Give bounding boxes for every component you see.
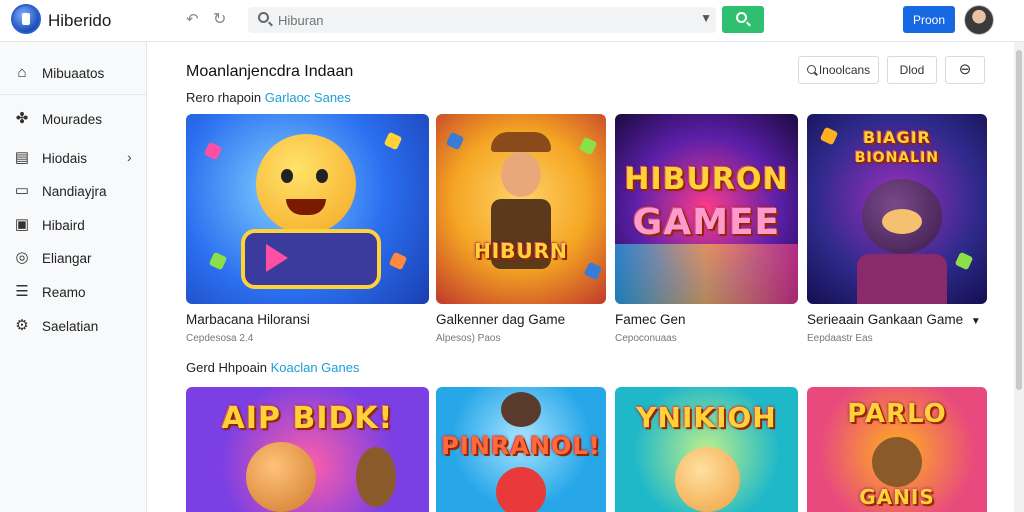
back-icon[interactable]: ↶ bbox=[186, 10, 199, 28]
game-subtitle: Cepdesosa 2.4 bbox=[186, 333, 254, 344]
game-card[interactable]: AIP BIDK! bbox=[186, 387, 429, 512]
sidebar-item-2[interactable]: ▤ Hiodais › bbox=[0, 143, 147, 173]
avatar[interactable] bbox=[964, 5, 994, 35]
sidebar-divider bbox=[0, 94, 147, 95]
search-icon bbox=[807, 65, 816, 74]
sidebar-item-5[interactable]: ◎ Eliangar bbox=[0, 243, 147, 273]
sidebar-item-1[interactable]: ✤ Mourades bbox=[0, 104, 147, 134]
game-card[interactable]: PINRANOL! bbox=[436, 387, 606, 512]
search-icon bbox=[258, 12, 269, 23]
game-card[interactable]: Marbacana Hiloransi Cepdesosa 2.4 bbox=[186, 114, 429, 346]
app-logo-icon[interactable] bbox=[11, 4, 41, 34]
list-icon: ☰ bbox=[15, 283, 29, 300]
sidebar-item-label: Mibuaatos bbox=[42, 66, 105, 81]
sidebar: ⌂ Mibuaatos ✤ Mourades ▤ Hiodais › ▭ Nan… bbox=[0, 42, 147, 512]
game-thumbnail[interactable]: AIP BIDK! bbox=[186, 387, 429, 512]
sidebar-item-label: Eliangar bbox=[42, 251, 92, 266]
game-title[interactable]: Serieaain Gankaan Game ▼ bbox=[807, 312, 981, 327]
search-input[interactable] bbox=[278, 7, 678, 33]
game-thumbnail[interactable]: BIAGIR BIONALIN bbox=[807, 114, 987, 304]
sidebar-item-0[interactable]: ⌂ Mibuaatos bbox=[0, 58, 147, 88]
game-title[interactable]: Galkenner dag Game bbox=[436, 312, 565, 327]
target-icon: ◎ bbox=[15, 249, 29, 266]
game-subtitle: Cepoconuaas bbox=[615, 333, 677, 344]
toolbar-search-button[interactable]: Inoolcans bbox=[798, 56, 879, 84]
game-thumbnail[interactable] bbox=[186, 114, 429, 304]
section-title-text: Rero rhapoin bbox=[186, 90, 262, 105]
home-icon: ⌂ bbox=[17, 64, 27, 81]
game-card[interactable]: YNIKIOH bbox=[615, 387, 798, 512]
game-title[interactable]: Marbacana Hiloransi bbox=[186, 312, 310, 327]
sidebar-item-4[interactable]: ▣ Hibaird bbox=[0, 210, 147, 240]
game-thumbnail[interactable]: HIBURON GAMEE bbox=[615, 114, 798, 304]
puzzle-icon: ✤ bbox=[15, 110, 29, 127]
chevron-right-icon: › bbox=[127, 149, 132, 165]
board-icon: ▣ bbox=[14, 216, 30, 233]
section-title: Gerd Hhpoain Koaclan Ganes bbox=[186, 360, 359, 375]
sidebar-item-label: Saelatian bbox=[42, 319, 99, 334]
game-subtitle: Alpesos) Paos bbox=[436, 333, 501, 344]
game-card[interactable]: BIAGIR BIONALIN Serieaain Gankaan Game ▼… bbox=[807, 114, 987, 346]
game-card[interactable]: PARLO GANIS bbox=[807, 387, 987, 512]
section-title: Rero rhapoin Garlaoc Sanes bbox=[186, 90, 351, 105]
section-title-text: Gerd Hhpoain bbox=[186, 360, 267, 375]
sidebar-item-label: Mourades bbox=[42, 112, 103, 127]
game-title-text: Serieaain Gankaan Game bbox=[807, 312, 964, 327]
sidebar-item-label: Reamo bbox=[42, 285, 86, 300]
circle-minus-icon[interactable]: ⊖ bbox=[945, 56, 985, 84]
game-title[interactable]: Famec Gen bbox=[615, 312, 686, 327]
chevron-down-icon[interactable]: ▼ bbox=[971, 316, 981, 327]
game-thumbnail[interactable]: HIBURN bbox=[436, 114, 606, 304]
game-subtitle: Eepdaastr Eas bbox=[807, 333, 873, 344]
game-card[interactable]: HIBURON GAMEE Famec Gen Cepoconuaas bbox=[615, 114, 798, 346]
sidebar-item-label: Hibaird bbox=[42, 218, 85, 233]
sidebar-item-6[interactable]: ☰ Reamo bbox=[0, 277, 147, 307]
dropdown-caret-icon[interactable]: ▼ bbox=[700, 11, 712, 25]
sidebar-item-label: Nandiayjra bbox=[42, 184, 107, 199]
search-icon bbox=[736, 12, 747, 23]
game-thumbnail[interactable]: PINRANOL! bbox=[436, 387, 606, 512]
toolbar-button[interactable]: Dlod bbox=[887, 56, 937, 84]
page-title: Moanlanjencdra Indaan bbox=[186, 63, 354, 80]
sidebar-item-7[interactable]: ⚙ Saelatian bbox=[0, 311, 147, 341]
app-title: Hiberido bbox=[48, 11, 112, 30]
section-title-link[interactable]: Koaclan Ganes bbox=[271, 360, 360, 375]
document-icon: ▭ bbox=[14, 182, 30, 199]
search-submit-button[interactable] bbox=[722, 6, 764, 33]
game-thumbnail[interactable]: PARLO GANIS bbox=[807, 387, 987, 512]
search-bar: ▼ bbox=[248, 7, 716, 33]
main-content: Moanlanjencdra Indaan Inoolcans Dlod ⊖ R… bbox=[148, 42, 1014, 512]
primary-button[interactable]: Proon bbox=[903, 6, 955, 33]
sidebar-item-label: Hiodais bbox=[42, 151, 88, 166]
toolbar-search-label: Inoolcans bbox=[818, 63, 871, 77]
reload-icon[interactable]: ↻ bbox=[213, 9, 226, 29]
section-title-link[interactable]: Garlaoc Sanes bbox=[265, 90, 351, 105]
scrollbar[interactable] bbox=[1014, 42, 1024, 512]
sidebar-item-3[interactable]: ▭ Nandiayjra bbox=[0, 176, 147, 206]
top-bar: Hiberido ↶ ↻ ▼ Proon bbox=[0, 0, 1024, 42]
gear-icon: ⚙ bbox=[15, 317, 29, 334]
game-card[interactable]: HIBURN Galkenner dag Game Alpesos) Paos bbox=[436, 114, 606, 346]
chart-icon: ▤ bbox=[14, 149, 30, 166]
scrollbar-thumb[interactable] bbox=[1016, 50, 1022, 390]
game-thumbnail[interactable]: YNIKIOH bbox=[615, 387, 798, 512]
